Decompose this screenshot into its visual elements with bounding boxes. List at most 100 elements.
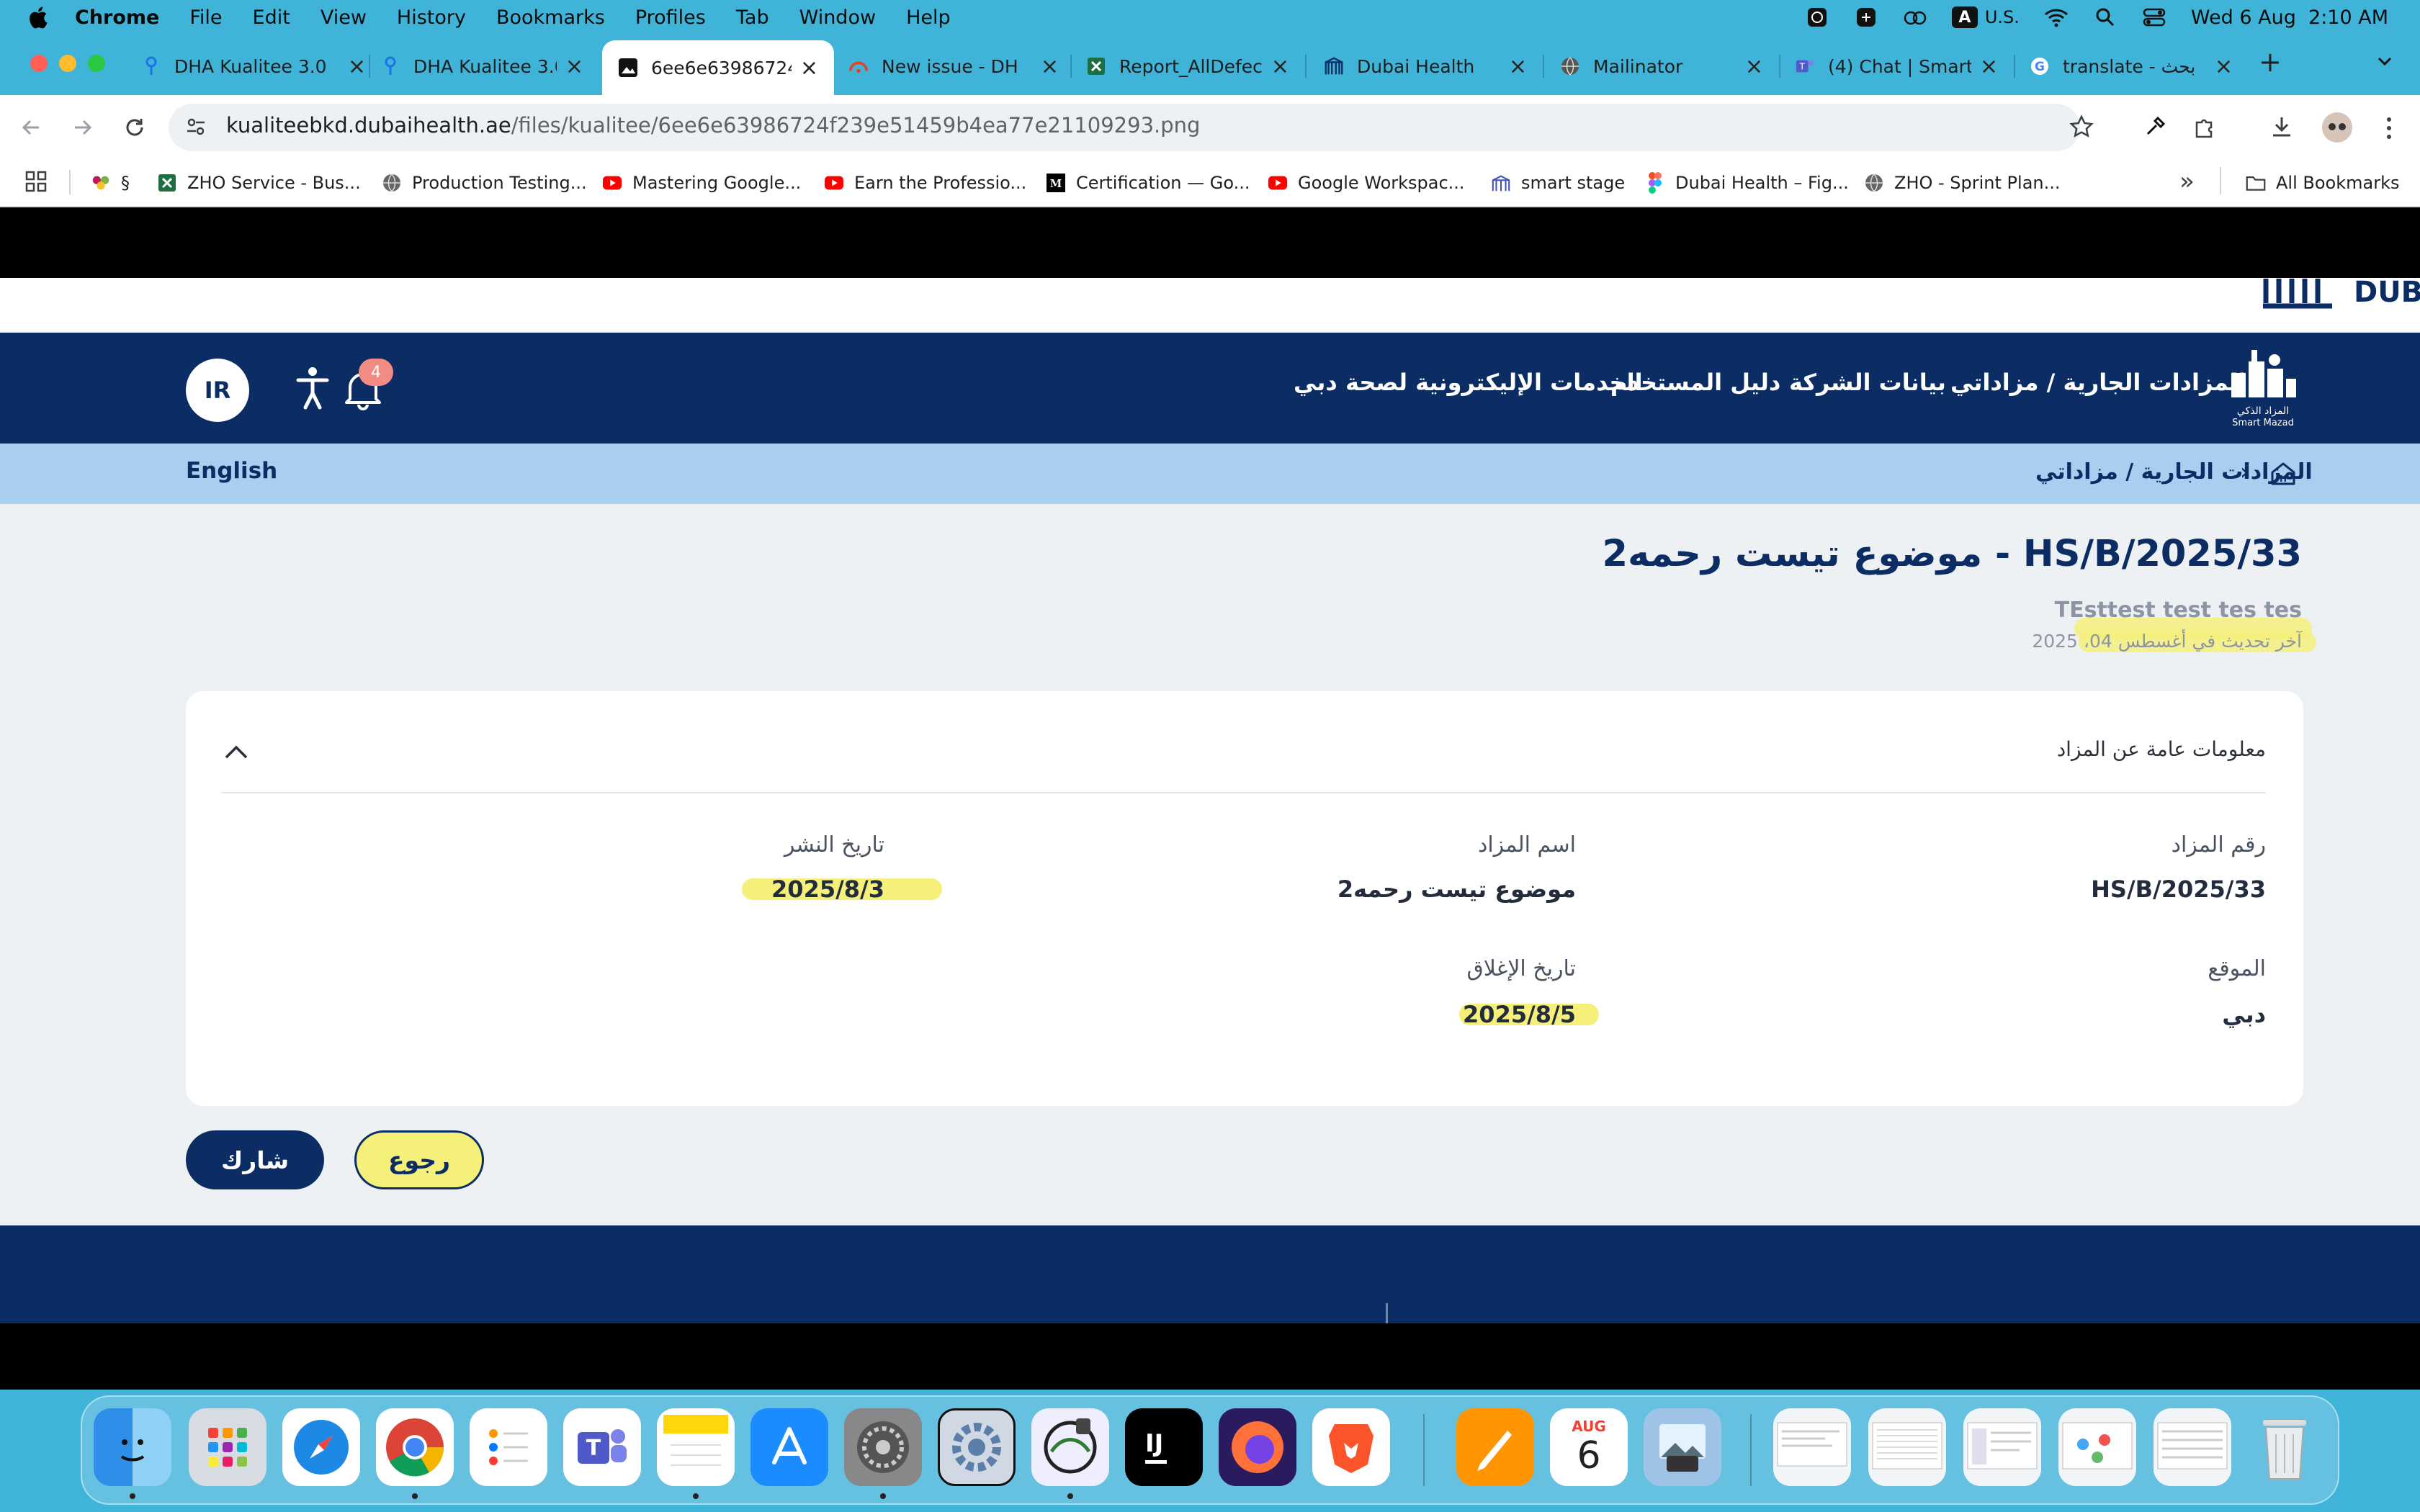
menu-profiles[interactable]: Profiles bbox=[635, 6, 706, 29]
bookmark-item-smart-stage[interactable]: smart stage bbox=[1491, 168, 1625, 197]
collapse-chevron-up-icon[interactable] bbox=[222, 742, 251, 763]
bookmarks-overflow-chevron-icon[interactable]: » bbox=[2179, 167, 2195, 196]
tab-dubai-health[interactable]: Dubai Health × bbox=[1324, 45, 1527, 88]
chrome-icon[interactable] bbox=[376, 1408, 454, 1486]
tab-teams-chat[interactable]: T (4) Chat | Smart × bbox=[1795, 45, 1998, 88]
window-close-button[interactable] bbox=[30, 55, 48, 72]
minimized-window-thumbnail[interactable] bbox=[1963, 1408, 2041, 1486]
launchpad-icon[interactable] bbox=[189, 1408, 266, 1486]
vpn-client-icon[interactable] bbox=[1031, 1408, 1109, 1486]
minimized-window-thumbnail[interactable] bbox=[2154, 1408, 2231, 1486]
bookmark-star-icon[interactable] bbox=[2069, 114, 2097, 143]
back-button[interactable]: رجوع bbox=[354, 1130, 484, 1189]
pages-icon[interactable] bbox=[1456, 1408, 1534, 1486]
wifi-icon[interactable] bbox=[2044, 6, 2069, 28]
notes-icon[interactable] bbox=[657, 1408, 735, 1486]
menu-bookmarks[interactable]: Bookmarks bbox=[496, 6, 605, 29]
breadcrumb-home-icon[interactable]: H bbox=[2269, 459, 2298, 488]
minimized-window-thumbnail[interactable] bbox=[1868, 1408, 1946, 1486]
tab-search-chevron-icon[interactable] bbox=[2374, 50, 2398, 75]
tab-new-issue[interactable]: New issue - DH × bbox=[848, 45, 1059, 88]
downloads-icon[interactable] bbox=[2269, 114, 2298, 143]
share-button[interactable]: شارك bbox=[186, 1130, 324, 1189]
tab-dha-kualitee-1[interactable]: DHA Kualitee 3.0 × bbox=[141, 45, 366, 88]
chrome-menu-kebab-icon[interactable] bbox=[2378, 114, 2400, 143]
nav-current-auctions[interactable]: المزادات الجارية / مزاداتي bbox=[1950, 369, 2246, 396]
system-settings-icon[interactable] bbox=[844, 1408, 922, 1486]
tab-close-icon[interactable]: × bbox=[1509, 54, 1527, 79]
tab-close-icon[interactable]: × bbox=[800, 55, 818, 81]
window-minimize-button[interactable] bbox=[59, 55, 76, 72]
bookmark-item-certification[interactable]: M Certification — Go... bbox=[1046, 168, 1250, 197]
tab-dha-kualitee-2[interactable]: DHA Kualitee 3.0 × bbox=[380, 45, 583, 88]
forward-arrow-icon[interactable] bbox=[68, 112, 98, 143]
tab-mailinator[interactable]: Mailinator × bbox=[1560, 45, 1763, 88]
back-arrow-icon[interactable] bbox=[16, 112, 46, 143]
status-app-icon[interactable] bbox=[1805, 6, 1829, 28]
minimized-window-thumbnail[interactable] bbox=[1773, 1408, 1851, 1486]
bookmark-item-people[interactable]: § bbox=[91, 168, 130, 197]
user-avatar[interactable]: IR bbox=[186, 359, 249, 422]
firefox-icon[interactable] bbox=[1219, 1408, 1296, 1486]
extensions-puzzle-icon[interactable] bbox=[2192, 114, 2221, 143]
creative-cloud-icon[interactable] bbox=[1903, 6, 1927, 28]
apps-grid-icon[interactable] bbox=[24, 170, 49, 194]
vpn-icon[interactable] bbox=[1854, 6, 1878, 28]
tab-close-icon[interactable]: × bbox=[1041, 54, 1059, 79]
bookmark-item-zho-sprint[interactable]: ZHO - Sprint Plan... bbox=[1864, 168, 2061, 197]
safari-icon[interactable] bbox=[282, 1408, 360, 1486]
reload-icon[interactable] bbox=[120, 112, 150, 143]
calendar-icon[interactable]: AUG 6 bbox=[1550, 1408, 1628, 1486]
menu-file[interactable]: File bbox=[189, 6, 222, 29]
tab-close-icon[interactable]: × bbox=[1271, 54, 1289, 79]
apple-logo-icon[interactable] bbox=[26, 5, 49, 30]
window-zoom-button[interactable] bbox=[88, 55, 105, 72]
menubar-clock[interactable]: Wed 6 Aug 2:10 AM bbox=[2191, 6, 2388, 29]
reminders-icon[interactable] bbox=[470, 1408, 547, 1486]
tab-report-alldefects[interactable]: Report_AllDefec × bbox=[1086, 45, 1289, 88]
bookmark-item-production-testing[interactable]: Production Testing... bbox=[382, 168, 587, 197]
nav-company-data[interactable]: بيانات الشركة bbox=[1789, 369, 1946, 396]
finder-icon[interactable] bbox=[94, 1408, 171, 1486]
all-bookmarks-folder[interactable]: All Bookmarks bbox=[2246, 168, 2399, 197]
bookmark-item-google-workspace[interactable]: Google Workspac... bbox=[1268, 168, 1465, 197]
input-source-badge[interactable]: A bbox=[1951, 6, 1978, 28]
bookmark-item-zho-service[interactable]: ZHO Service - Bus... bbox=[157, 168, 361, 197]
menu-help[interactable]: Help bbox=[906, 6, 951, 29]
tab-close-icon[interactable]: × bbox=[348, 54, 366, 79]
brave-browser-icon[interactable] bbox=[1312, 1408, 1390, 1486]
profile-avatar-icon[interactable] bbox=[2322, 112, 2352, 143]
menu-edit[interactable]: Edit bbox=[253, 6, 290, 29]
preview-icon[interactable] bbox=[1644, 1408, 1721, 1486]
bookmark-item-dubai-health-figma[interactable]: Dubai Health – Fig... bbox=[1645, 168, 1849, 197]
control-center-icon[interactable] bbox=[2142, 6, 2166, 28]
spotlight-search-icon[interactable] bbox=[2093, 6, 2118, 28]
menu-window[interactable]: Window bbox=[799, 6, 876, 29]
menu-history[interactable]: History bbox=[397, 6, 466, 29]
site-settings-icon[interactable] bbox=[184, 115, 209, 140]
nav-dha-eservices[interactable]: الخدمات الإليكترونية لصحة دبي bbox=[1294, 369, 1643, 396]
trash-icon[interactable] bbox=[2246, 1408, 2323, 1486]
tab-close-icon[interactable]: × bbox=[1745, 54, 1763, 79]
address-url[interactable]: kualiteebkd.dubaihealth.ae/files/kualite… bbox=[226, 113, 1200, 138]
app-store-icon[interactable] bbox=[750, 1408, 828, 1486]
menu-view[interactable]: View bbox=[321, 6, 367, 29]
bookmark-item-mastering-google[interactable]: Mastering Google... bbox=[602, 168, 801, 197]
tab-close-icon[interactable]: × bbox=[1980, 54, 1998, 79]
new-tab-plus-icon[interactable]: + bbox=[2259, 46, 2282, 78]
microsoft-teams-icon[interactable]: T bbox=[563, 1408, 641, 1486]
menu-app-name[interactable]: Chrome bbox=[75, 6, 159, 29]
tab-translate[interactable]: G translate - بحث × bbox=[2030, 45, 2233, 88]
tab-close-icon[interactable]: × bbox=[2215, 54, 2233, 79]
accessibility-icon[interactable] bbox=[295, 366, 330, 412]
smart-mazad-logo[interactable]: المزاد الذكي Smart Mazad bbox=[2224, 347, 2302, 428]
intellij-idea-icon[interactable]: IJ bbox=[1125, 1408, 1203, 1486]
minimized-window-thumbnail[interactable] bbox=[2058, 1408, 2136, 1486]
language-switch-link[interactable]: English bbox=[186, 458, 277, 484]
menu-tab[interactable]: Tab bbox=[736, 6, 769, 29]
gear-utility-icon[interactable] bbox=[938, 1408, 1016, 1486]
bookmark-item-earn-professional[interactable]: Earn the Professio... bbox=[824, 168, 1026, 197]
tab-active-image[interactable]: 6ee6e63986724f2 × bbox=[602, 40, 834, 95]
tab-close-icon[interactable]: × bbox=[565, 54, 583, 79]
eyedropper-extension-icon[interactable] bbox=[2142, 114, 2171, 143]
